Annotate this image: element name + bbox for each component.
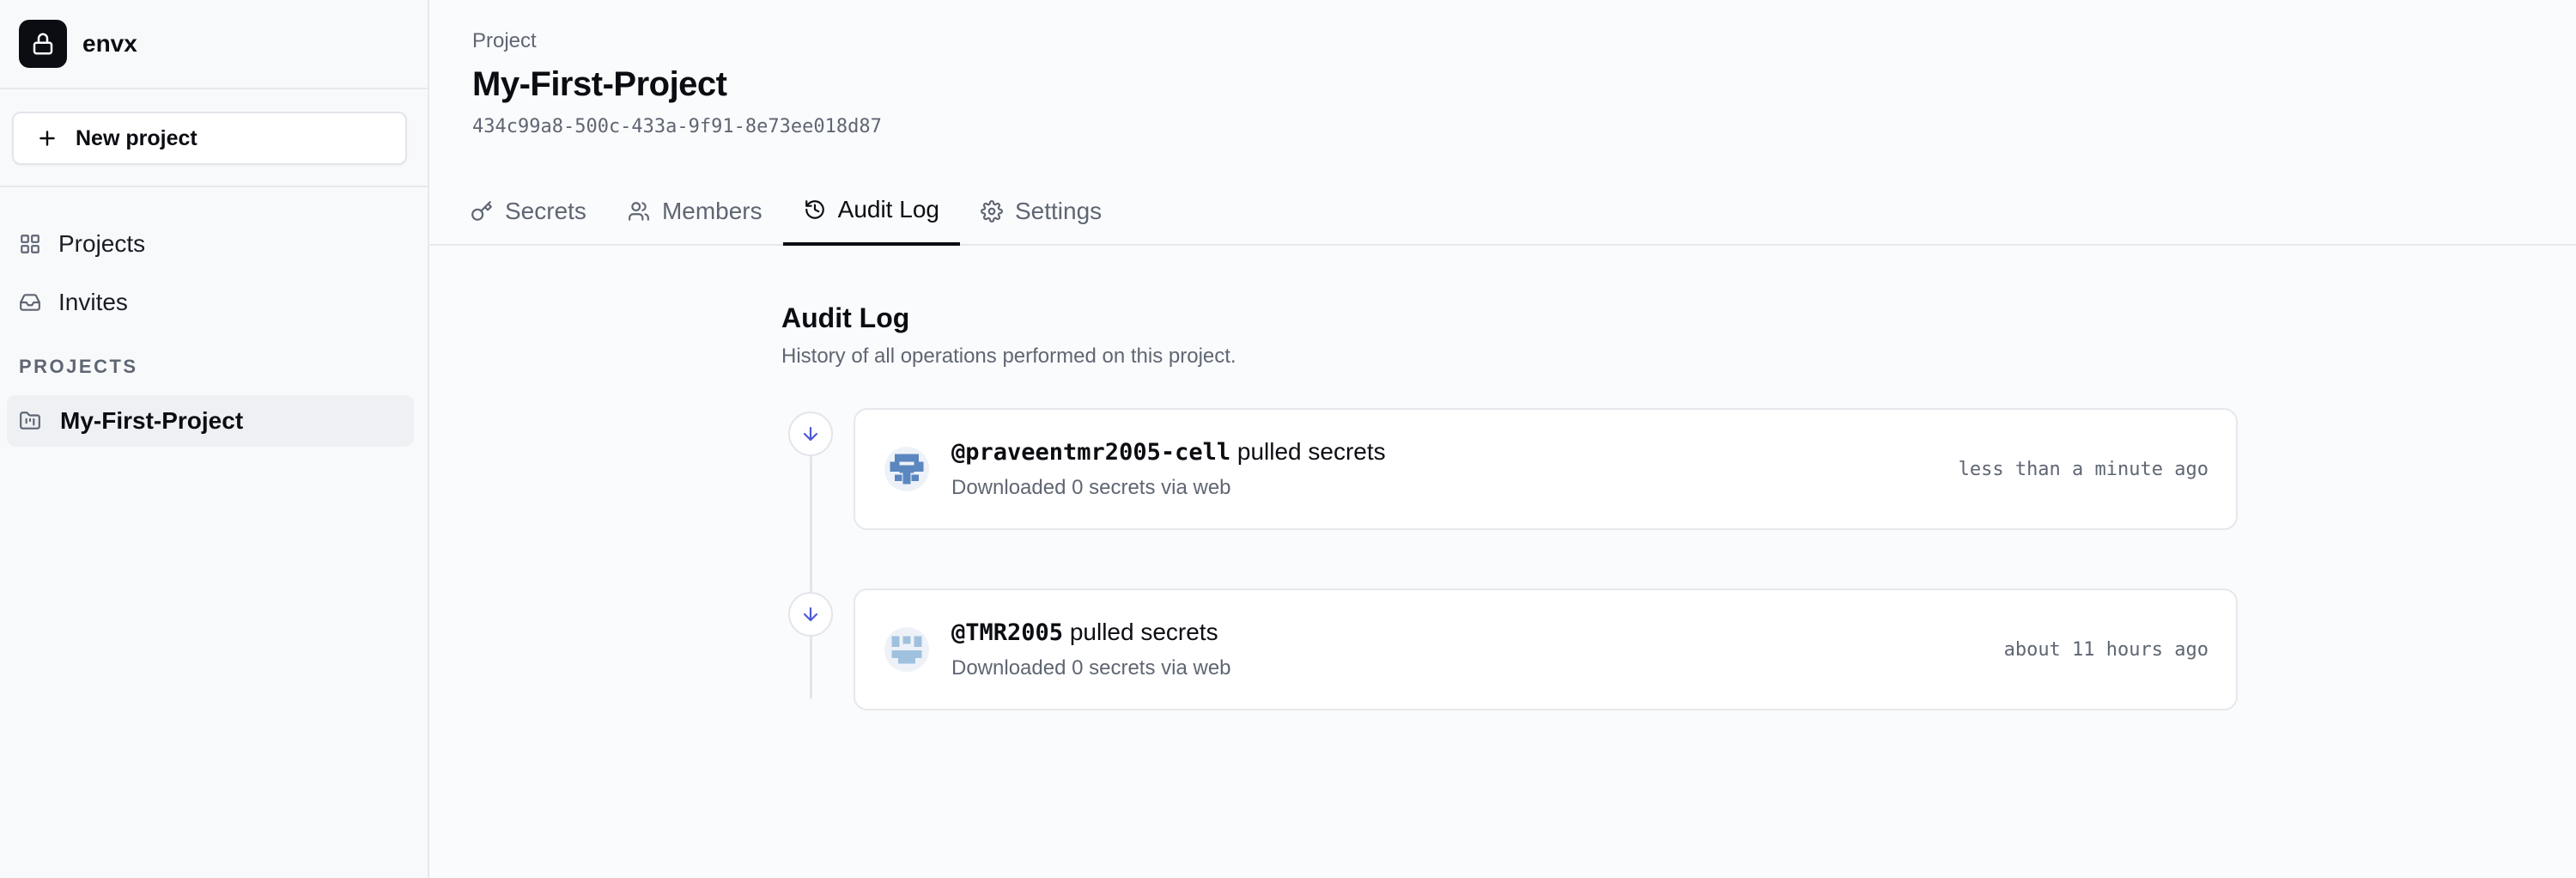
sidebar-item-label: Projects bbox=[58, 230, 146, 257]
audit-detail: Downloaded 0 secrets via web bbox=[951, 656, 1231, 680]
tab-label: Audit Log bbox=[837, 196, 939, 223]
sidebar-item-invites[interactable]: Invites bbox=[0, 273, 428, 332]
projects-section-label: PROJECTS bbox=[19, 356, 138, 377]
key-icon bbox=[471, 201, 492, 221]
user-handle[interactable]: @TMR2005 bbox=[951, 619, 1063, 646]
audit-log-section: Audit Log History of all operations perf… bbox=[781, 302, 2238, 769]
section-subtitle: History of all operations performed on t… bbox=[781, 344, 1236, 368]
timeline-node bbox=[788, 592, 833, 637]
inbox-icon bbox=[20, 294, 40, 311]
audit-card-text: @TMR2005 pulled secrets Downloaded 0 sec… bbox=[951, 619, 2004, 680]
avatar bbox=[884, 627, 929, 672]
avatar bbox=[884, 447, 929, 491]
plus-icon bbox=[39, 131, 55, 146]
project-id: 434c99a8-500c-433a-9f91-8e73ee018d87 bbox=[472, 116, 882, 137]
users-icon bbox=[629, 202, 649, 221]
page-title: My-First-Project bbox=[472, 65, 727, 103]
tab-label: Secrets bbox=[505, 198, 586, 224]
audit-card: @praveentmr2005-cell pulled secrets Down… bbox=[854, 408, 2238, 530]
tab-members[interactable]: Members bbox=[607, 177, 783, 246]
section-title: Audit Log bbox=[781, 302, 910, 333]
new-project-button[interactable]: New project bbox=[12, 112, 407, 165]
audit-timestamp: less than a minute ago bbox=[1958, 458, 2208, 480]
sidebar-project-label: My-First-Project bbox=[60, 407, 244, 434]
timeline-node bbox=[788, 412, 833, 456]
audit-timestamp: about 11 hours ago bbox=[2003, 638, 2208, 661]
arrow-down-icon bbox=[803, 607, 818, 622]
sidebar-nav: Projects Invites PROJECTS My-First-Proje… bbox=[0, 187, 428, 447]
sidebar-project-my-first-project[interactable]: My-First-Project bbox=[7, 395, 414, 447]
audit-summary: @praveentmr2005-cell pulled secrets bbox=[951, 438, 1959, 466]
tab-label: Members bbox=[661, 198, 762, 224]
lock-icon bbox=[19, 20, 67, 68]
breadcrumb: Project bbox=[472, 29, 537, 52]
new-project-label: New project bbox=[76, 125, 197, 150]
sidebar: envx New project Projects Invites PROJEC… bbox=[0, 0, 429, 878]
project-header: Project My-First-Project 434c99a8-500c-4… bbox=[429, 0, 2576, 137]
folder-kanban-icon bbox=[20, 412, 40, 430]
brand-name: envx bbox=[82, 30, 137, 57]
project-tabs: Secrets Members Audit Log Settings bbox=[429, 177, 2576, 246]
audit-summary: @TMR2005 pulled secrets bbox=[951, 619, 2004, 646]
sidebar-item-projects[interactable]: Projects bbox=[0, 215, 428, 273]
gear-icon bbox=[981, 200, 1003, 223]
history-icon bbox=[805, 200, 824, 219]
user-handle[interactable]: @praveentmr2005-cell bbox=[951, 439, 1230, 466]
tab-settings[interactable]: Settings bbox=[960, 177, 1122, 246]
audit-timeline: @praveentmr2005-cell pulled secrets Down… bbox=[781, 408, 2238, 710]
brand[interactable]: envx bbox=[0, 0, 428, 89]
arrow-down-icon bbox=[803, 426, 818, 442]
audit-action: pulled secrets bbox=[1063, 619, 1218, 645]
main-content: Project My-First-Project 434c99a8-500c-4… bbox=[429, 0, 2576, 878]
audit-action: pulled secrets bbox=[1230, 438, 1386, 465]
sidebar-item-label: Invites bbox=[58, 289, 128, 315]
app-root: envx New project Projects Invites PROJEC… bbox=[0, 0, 2576, 878]
audit-entry: @praveentmr2005-cell pulled secrets Down… bbox=[781, 408, 2238, 530]
tab-audit-log[interactable]: Audit Log bbox=[782, 177, 960, 246]
new-project-wrap: New project bbox=[0, 89, 428, 187]
tab-label: Settings bbox=[1014, 198, 1103, 224]
audit-card: @TMR2005 pulled secrets Downloaded 0 sec… bbox=[854, 588, 2238, 710]
audit-entry: @TMR2005 pulled secrets Downloaded 0 sec… bbox=[781, 588, 2238, 710]
tab-secrets[interactable]: Secrets bbox=[450, 177, 607, 246]
audit-detail: Downloaded 0 secrets via web bbox=[951, 476, 1231, 499]
grid-icon bbox=[21, 235, 39, 253]
audit-card-text: @praveentmr2005-cell pulled secrets Down… bbox=[951, 438, 1959, 500]
